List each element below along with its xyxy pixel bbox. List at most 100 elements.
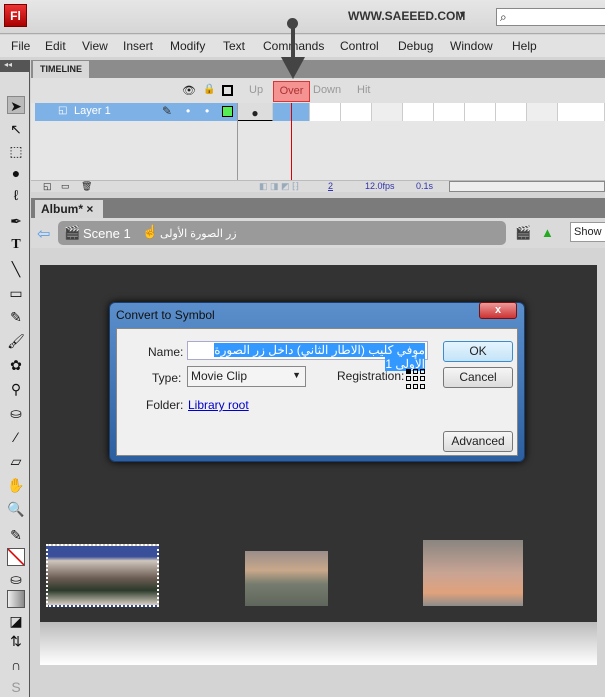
stage-image-person[interactable]: [245, 551, 328, 606]
frame-down[interactable]: [310, 103, 341, 121]
close-button[interactable]: x: [479, 302, 517, 319]
snap-magnet-icon[interactable]: ∩: [7, 656, 25, 674]
collapse-icon[interactable]: ◂◂: [0, 60, 30, 72]
trash-icon[interactable]: 🗑: [81, 181, 92, 192]
registration-grid[interactable]: [406, 369, 426, 389]
frame-label-down: Down: [313, 84, 342, 96]
menu-bar: File Edit View Insert Modify Text Comman…: [0, 35, 605, 57]
lock-icon[interactable]: 🔒: [203, 84, 215, 95]
pen-icon[interactable]: ✒: [7, 212, 25, 230]
subselection-tool-icon[interactable]: ↖: [7, 120, 25, 138]
ok-button[interactable]: OK: [443, 341, 513, 362]
frame[interactable]: [558, 103, 605, 121]
menu-control[interactable]: Control: [340, 39, 379, 53]
hand-icon[interactable]: ✋: [7, 476, 25, 494]
tools-panel: ➤ ↖ ⬚ ● ℓ ✒ T ╲ ▭ ✎ 🖌 ✿ ⚲ ⛀ ⁄ ▱ ✋ 🔍 ✎ ⛀ …: [0, 60, 30, 697]
swap-colors-icon[interactable]: ⇅: [7, 632, 25, 650]
outline-icon[interactable]: [222, 85, 233, 96]
frame-label-up: Up: [249, 84, 264, 96]
menu-file[interactable]: File: [11, 39, 30, 53]
playhead[interactable]: [291, 103, 292, 191]
breadcrumb-symbol[interactable]: زر الصورة الأولى: [160, 227, 237, 240]
eyedropper-icon[interactable]: ⁄: [7, 428, 25, 446]
visible-dot[interactable]: •: [186, 104, 190, 118]
type-value: Movie Clip: [191, 369, 248, 383]
type-select[interactable]: Movie Clip ▼: [187, 366, 306, 387]
stage-image-sunset[interactable]: [423, 540, 523, 606]
menu-help[interactable]: Help: [512, 39, 537, 53]
workspace-switcher[interactable]: WWW.SAEEED.COM: [348, 9, 465, 23]
lasso-icon[interactable]: ℓ: [7, 186, 25, 204]
frame-rate[interactable]: 12.0fps: [365, 181, 395, 191]
tab-timeline[interactable]: TIMELINE: [33, 61, 89, 78]
chevron-down-icon[interactable]: ▼: [458, 9, 467, 19]
menu-edit[interactable]: Edit: [45, 39, 66, 53]
edit-symbols-icon[interactable]: ▲: [541, 225, 554, 240]
current-frame[interactable]: 2: [328, 181, 333, 191]
eye-icon[interactable]: 👁: [182, 84, 196, 97]
onion-skin-icon[interactable]: ◧ ◨ ◩ ⁅⁆: [259, 181, 299, 192]
rectangle-tool-icon[interactable]: ▭: [7, 284, 25, 302]
folder-label: Folder:: [146, 398, 184, 412]
breadcrumb-scene[interactable]: Scene 1: [83, 226, 131, 241]
tab-album[interactable]: Album* ×: [35, 200, 103, 218]
folder-link[interactable]: Library root: [188, 398, 249, 412]
line-tool-icon[interactable]: ╲: [7, 260, 25, 278]
text-tool-icon[interactable]: T: [7, 236, 25, 254]
new-layer-icon[interactable]: ◱: [43, 181, 52, 192]
stroke-color-icon[interactable]: ✎: [7, 526, 25, 544]
menu-view[interactable]: View: [82, 39, 108, 53]
menu-modify[interactable]: Modify: [170, 39, 205, 53]
brush-icon[interactable]: 🖌: [7, 332, 25, 350]
timeline-scrollbar[interactable]: [449, 181, 605, 192]
fill-swatch[interactable]: [7, 590, 25, 608]
search-input[interactable]: ⌕: [496, 8, 605, 26]
pencil-icon[interactable]: ✎: [7, 308, 25, 326]
document-tabs: [31, 198, 605, 218]
frame-label-over: Over: [273, 81, 310, 102]
stage-image-city[interactable]: [46, 544, 159, 607]
frame[interactable]: [434, 103, 465, 121]
paint-bucket-icon[interactable]: ⛀: [7, 404, 25, 422]
button-symbol-icon: ☝: [142, 224, 159, 239]
frame[interactable]: [403, 103, 434, 121]
back-arrow-icon[interactable]: ⇦: [37, 224, 50, 244]
search-icon: ⌕: [500, 10, 507, 24]
frame[interactable]: [372, 103, 403, 121]
fill-color-icon[interactable]: ⛀: [7, 570, 25, 588]
cancel-button[interactable]: Cancel: [443, 367, 513, 388]
frame[interactable]: [496, 103, 527, 121]
name-input[interactable]: موفي كليب (الاطار الثاني) داخل زر الصورة…: [187, 341, 428, 371]
new-folder-icon[interactable]: ▭: [61, 181, 70, 192]
layer-name[interactable]: Layer 1: [74, 105, 111, 117]
edit-scene-icon[interactable]: 🎬: [515, 225, 531, 241]
stroke-swatch[interactable]: [7, 548, 25, 566]
eraser-icon[interactable]: ▱: [7, 452, 25, 470]
chevron-down-icon: ▼: [292, 370, 301, 380]
smooth-icon[interactable]: S: [7, 678, 25, 696]
elapsed-time[interactable]: 0.1s: [416, 181, 433, 191]
3d-rotation-icon[interactable]: ●: [7, 164, 25, 182]
advanced-button[interactable]: Advanced: [443, 431, 513, 452]
zoom-select[interactable]: Show: [570, 222, 605, 242]
frame-up[interactable]: ●: [238, 103, 273, 121]
close-icon[interactable]: ×: [86, 202, 93, 216]
zoom-icon[interactable]: 🔍: [7, 500, 25, 518]
frame-label-hit: Hit: [357, 84, 371, 96]
timeline-footer: ◱ ▭ 🗑 ◧ ◨ ◩ ⁅⁆ 2 12.0fps 0.1s: [31, 180, 605, 192]
selection-tool-icon[interactable]: ➤: [7, 96, 25, 114]
menu-window[interactable]: Window: [450, 39, 493, 53]
frame[interactable]: [465, 103, 496, 121]
annotation-arrow-head: [281, 57, 305, 79]
default-colors-icon[interactable]: ◪: [7, 612, 25, 630]
outline-color-swatch[interactable]: [222, 106, 233, 117]
free-transform-icon[interactable]: ⬚: [7, 142, 25, 160]
menu-text[interactable]: Text: [223, 39, 245, 53]
menu-debug[interactable]: Debug: [398, 39, 433, 53]
frame[interactable]: [527, 103, 558, 121]
menu-insert[interactable]: Insert: [123, 39, 153, 53]
frame-hit[interactable]: [341, 103, 372, 121]
bone-icon[interactable]: ⚲: [7, 380, 25, 398]
deco-icon[interactable]: ✿: [7, 356, 25, 374]
lock-dot[interactable]: •: [205, 104, 209, 118]
